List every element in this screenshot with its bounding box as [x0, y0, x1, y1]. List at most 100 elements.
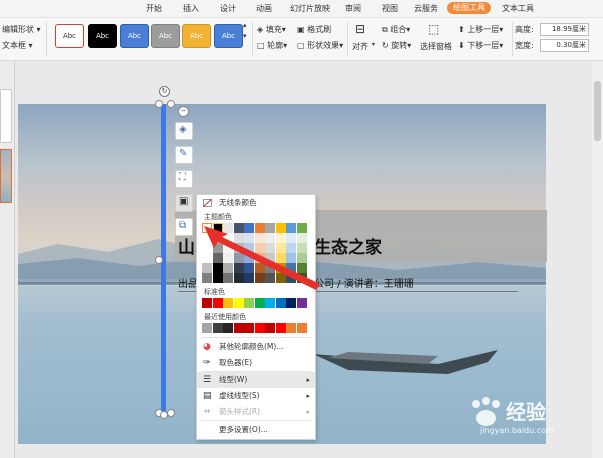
- theme-colors-heading: 主题颜色: [204, 213, 232, 221]
- slide-title-left[interactable]: 山: [178, 233, 195, 258]
- more-settings-label: 更多设置(O)...: [219, 425, 268, 434]
- standard-color-swatch[interactable]: [296, 298, 307, 308]
- recent-color-swatch[interactable]: [244, 323, 254, 333]
- menu-review[interactable]: 审阅: [345, 3, 361, 14]
- send-backward-button[interactable]: ⬇ 下移一层▾: [458, 40, 503, 51]
- bring-forward-icon: ⬆: [458, 25, 465, 34]
- dash-type-option[interactable]: ▤ 虚线线型(S) ▸: [197, 388, 315, 404]
- rotate-button[interactable]: ↻ 旋转▾: [382, 40, 411, 51]
- width-input[interactable]: 0.30厘米: [540, 39, 589, 52]
- menu-insert[interactable]: 插入: [183, 3, 199, 14]
- shape-style-2[interactable]: Abc: [88, 24, 117, 48]
- recent-color-swatch[interactable]: [233, 323, 244, 333]
- menu-slideshow[interactable]: 幻灯片放映: [290, 3, 330, 14]
- shape-effects-button[interactable]: ▢ 形状效果▾: [297, 40, 343, 51]
- layers-tool[interactable]: ◈: [175, 122, 193, 140]
- baidu-paw-logo-icon: [472, 397, 500, 426]
- watermark-site: jingyan.baidu.com: [480, 426, 554, 435]
- recent-color-swatch[interactable]: [223, 323, 233, 333]
- edit-shape-label: 编辑形状: [2, 25, 34, 34]
- outline-icon: □: [257, 41, 265, 50]
- selection-pane-label[interactable]: 选择窗格: [420, 41, 452, 52]
- pen-tool[interactable]: ✎: [175, 146, 193, 164]
- standard-color-swatch[interactable]: [244, 298, 254, 308]
- resize-handle[interactable]: [155, 256, 163, 264]
- standard-color-swatch[interactable]: [265, 298, 275, 308]
- slide-thumbnail-2[interactable]: [0, 149, 12, 203]
- outline-tool[interactable]: ▣: [175, 194, 193, 212]
- shape-style-6[interactable]: Abc: [214, 24, 243, 48]
- fill-tool[interactable]: ⛶: [175, 170, 193, 188]
- menu-view[interactable]: 视图: [382, 3, 398, 14]
- style-scroll-down-icon[interactable]: ▾: [243, 32, 247, 40]
- shape-style-3[interactable]: Abc: [120, 24, 149, 48]
- recent-color-swatch[interactable]: [275, 323, 286, 333]
- line-type-option[interactable]: ☰ 线型(W) ▸: [197, 372, 315, 388]
- standard-color-swatch[interactable]: [254, 298, 265, 308]
- dash-icon: ▤: [203, 391, 212, 401]
- slide-subtitle-left[interactable]: 出品: [178, 275, 198, 290]
- menu-text-tools[interactable]: 文本工具: [502, 3, 534, 14]
- standard-color-swatch[interactable]: [233, 298, 244, 308]
- shape-style-1[interactable]: Abc: [55, 24, 84, 48]
- standard-color-swatch[interactable]: [223, 298, 233, 308]
- resize-handle[interactable]: [167, 409, 175, 417]
- more-settings-option[interactable]: 更多设置(O)...: [197, 422, 315, 438]
- recent-color-swatch[interactable]: [286, 323, 296, 333]
- more-outline-colors-option[interactable]: ◕ 其他轮廓颜色(M)...: [197, 339, 315, 355]
- standard-color-swatch[interactable]: [275, 298, 286, 308]
- fill-button[interactable]: ◈ 填充▾: [257, 24, 286, 35]
- fill-icon: ◈: [257, 25, 264, 34]
- shape-style-4[interactable]: Abc: [151, 24, 180, 48]
- align-dropdown-icon[interactable]: ▾: [372, 41, 375, 48]
- menu-drawing-tools[interactable]: 绘图工具: [447, 2, 491, 14]
- style-scroll-up-icon[interactable]: ▴: [243, 21, 247, 29]
- menu-cloud[interactable]: 云服务: [414, 3, 438, 14]
- menu-start[interactable]: 开始: [146, 3, 162, 14]
- resize-handle[interactable]: [167, 100, 175, 108]
- standard-color-swatch[interactable]: [286, 298, 296, 308]
- align-label[interactable]: 对齐: [352, 41, 368, 52]
- menu-design[interactable]: 设计: [220, 3, 236, 14]
- collapse-icon[interactable]: −: [178, 106, 189, 117]
- arrow-style-label: 箭头样式(R): [219, 407, 261, 416]
- height-label: 高度:: [515, 25, 534, 34]
- no-line-color-option[interactable]: 无线条颜色: [197, 195, 315, 211]
- bring-forward-button[interactable]: ⬆ 上移一层▾: [458, 24, 503, 35]
- eyedropper-label: 取色器(E): [219, 358, 253, 367]
- recent-color-swatch[interactable]: [212, 323, 223, 333]
- recent-color-swatch[interactable]: [296, 323, 307, 333]
- recent-color-swatch[interactable]: [265, 323, 275, 333]
- send-backward-label: 下移一层: [467, 41, 500, 50]
- format-painter-button[interactable]: ▣ 格式刷: [297, 24, 331, 35]
- recent-color-swatch[interactable]: [254, 323, 265, 333]
- arrow-style-option[interactable]: ⇸ 箭头样式(R) ▸: [197, 404, 315, 420]
- edit-shape-button[interactable]: 编辑形状 ▾: [2, 24, 41, 35]
- recent-color-swatch[interactable]: [202, 323, 212, 333]
- bucket-icon: ⛶: [179, 172, 186, 183]
- vertical-scrollbar[interactable]: [592, 61, 603, 458]
- standard-color-swatch[interactable]: [202, 298, 212, 308]
- recent-colors-heading: 最近使用颜色: [204, 313, 246, 321]
- selection-pane-icon[interactable]: ⬚: [428, 22, 439, 36]
- height-input[interactable]: 18.99厘米: [540, 23, 589, 36]
- slide-thumbnail-1[interactable]: [0, 89, 12, 143]
- eyedropper-option[interactable]: ✑ 取色器(E): [197, 355, 315, 371]
- menu-animation[interactable]: 动画: [256, 3, 272, 14]
- line-weight-icon: ☰: [203, 375, 212, 385]
- submenu-arrow-icon: ▸: [306, 408, 310, 416]
- rotate-handle-icon[interactable]: ↻: [159, 86, 170, 97]
- resize-handle[interactable]: [160, 411, 168, 419]
- outline-label: 轮廓: [267, 41, 284, 50]
- align-icon[interactable]: ⊟: [355, 22, 365, 36]
- more-outline-colors-label: 其他轮廓颜色(M)...: [219, 342, 284, 351]
- shape-tool[interactable]: ⧉: [175, 218, 193, 236]
- outline-button[interactable]: □ 轮廓▾: [257, 40, 287, 51]
- resize-handle[interactable]: [155, 100, 163, 108]
- text-box-button[interactable]: 文本框 ▾: [2, 40, 33, 51]
- shape-style-5[interactable]: Abc: [182, 24, 211, 48]
- scrollbar-thumb[interactable]: [594, 81, 601, 141]
- rotate-label: 旋转: [391, 41, 408, 50]
- standard-color-swatch[interactable]: [212, 298, 223, 308]
- group-button[interactable]: ⧉ 组合▾: [382, 24, 410, 35]
